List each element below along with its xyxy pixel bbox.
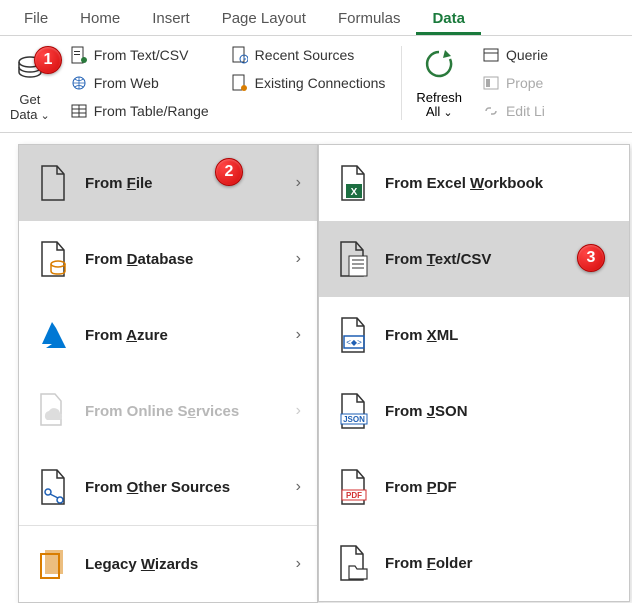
svg-text:JSON: JSON xyxy=(343,415,365,424)
ribbon-data-body: Get Data From Text/CSV From Web From Tab… xyxy=(0,36,632,133)
properties-label: Prope xyxy=(506,75,543,91)
chevron-right-icon xyxy=(296,174,301,192)
from-web-button[interactable]: From Web xyxy=(66,72,213,94)
menu-from-azure[interactable]: From Azure xyxy=(19,297,317,373)
refresh-all-label: Refresh All xyxy=(416,91,462,120)
chevron-right-icon xyxy=(296,478,301,496)
refresh-all-button[interactable]: Refresh All xyxy=(410,42,468,124)
chevron-right-icon xyxy=(296,326,301,344)
chevron-right-icon xyxy=(296,402,301,420)
queries-icon xyxy=(482,46,500,64)
web-icon xyxy=(70,74,88,92)
properties-icon xyxy=(482,74,500,92)
chevron-right-icon xyxy=(296,555,301,573)
from-text-csv-label: From Text/CSV xyxy=(94,47,189,63)
recent-icon xyxy=(231,46,249,64)
menu-from-online-label: From Online Services xyxy=(85,403,239,420)
callout-badge-3: 3 xyxy=(577,244,605,272)
menu-legacy-wizards[interactable]: Legacy Wizards xyxy=(19,525,317,602)
submenu-json-label: From JSON xyxy=(385,403,468,420)
existing-connections-button[interactable]: Existing Connections xyxy=(227,72,390,94)
tab-data[interactable]: Data xyxy=(416,4,481,35)
from-text-csv-button[interactable]: From Text/CSV xyxy=(66,44,213,66)
json-file-icon: JSON xyxy=(335,391,371,431)
menu-from-other-label: From Other Sources xyxy=(85,479,230,496)
submenu-folder[interactable]: From Folder xyxy=(319,525,629,601)
menu-from-online-services[interactable]: From Online Services xyxy=(19,373,317,449)
pdf-file-icon: PDF xyxy=(335,467,371,507)
tab-insert[interactable]: Insert xyxy=(136,4,206,35)
text-csv-file-icon xyxy=(335,239,371,279)
submenu-textcsv-label: From Text/CSV xyxy=(385,251,491,268)
tab-file[interactable]: File xyxy=(8,4,64,35)
col-sources: Recent Sources Existing Connections xyxy=(223,42,394,124)
database-icon xyxy=(35,239,71,279)
tab-formulas[interactable]: Formulas xyxy=(322,4,417,35)
tab-home[interactable]: Home xyxy=(64,4,136,35)
table-icon xyxy=(70,102,88,120)
properties-button[interactable]: Prope xyxy=(478,72,552,94)
submenu-workbook-label: From Excel Workbook xyxy=(385,175,543,192)
submenu-excel-workbook[interactable]: X From Excel Workbook xyxy=(319,145,629,221)
refresh-icon xyxy=(421,46,457,87)
existing-connections-label: Existing Connections xyxy=(255,75,386,91)
menu-from-file-label: From File xyxy=(85,175,153,192)
azure-icon xyxy=(35,315,71,355)
callout-badge-2: 2 xyxy=(215,158,243,186)
text-csv-icon xyxy=(70,46,88,64)
file-icon xyxy=(35,163,71,203)
cloud-icon xyxy=(35,391,71,431)
recent-sources-label: Recent Sources xyxy=(255,47,355,63)
from-file-submenu: X From Excel Workbook From Text/CSV <◆> … xyxy=(318,144,630,602)
from-table-range-button[interactable]: From Table/Range xyxy=(66,100,213,122)
from-web-label: From Web xyxy=(94,75,159,91)
svg-text:<◆>: <◆> xyxy=(346,338,362,347)
col-queries: Querie Prope Edit Li xyxy=(474,42,556,124)
connections-icon xyxy=(231,74,249,92)
svg-text:PDF: PDF xyxy=(346,491,362,500)
submenu-json[interactable]: JSON From JSON xyxy=(319,373,629,449)
edit-links-label: Edit Li xyxy=(506,103,545,119)
get-data-label: Get Data xyxy=(10,93,50,122)
recent-sources-button[interactable]: Recent Sources xyxy=(227,44,390,66)
chevron-right-icon xyxy=(296,250,301,268)
tab-page-layout[interactable]: Page Layout xyxy=(206,4,322,35)
submenu-pdf[interactable]: PDF From PDF xyxy=(319,449,629,525)
submenu-folder-label: From Folder xyxy=(385,555,473,572)
legacy-icon xyxy=(35,544,71,584)
edit-links-button[interactable]: Edit Li xyxy=(478,100,552,122)
callout-badge-1: 1 xyxy=(34,46,62,74)
menu-from-other-sources[interactable]: From Other Sources xyxy=(19,449,317,525)
submenu-xml-label: From XML xyxy=(385,327,458,344)
submenu-xml[interactable]: <◆> From XML xyxy=(319,297,629,373)
menu-from-database[interactable]: From Database xyxy=(19,221,317,297)
folder-icon xyxy=(335,543,371,583)
edit-links-icon xyxy=(482,102,500,120)
from-table-range-label: From Table/Range xyxy=(94,103,209,119)
xml-file-icon: <◆> xyxy=(335,315,371,355)
svg-text:X: X xyxy=(351,187,358,198)
excel-file-icon: X xyxy=(335,163,371,203)
menu-from-azure-label: From Azure xyxy=(85,327,168,344)
menu-from-database-label: From Database xyxy=(85,251,193,268)
menu-legacy-label: Legacy Wizards xyxy=(85,556,198,573)
submenu-pdf-label: From PDF xyxy=(385,479,457,496)
queries-button[interactable]: Querie xyxy=(478,44,552,66)
menu-from-file[interactable]: From File xyxy=(19,145,317,221)
col-get-transform: From Text/CSV From Web From Table/Range xyxy=(62,42,217,124)
queries-label: Querie xyxy=(506,47,548,63)
get-data-menu: From File From Database From Azure From … xyxy=(18,144,318,603)
other-sources-icon xyxy=(35,467,71,507)
ribbon-tabs: File Home Insert Page Layout Formulas Da… xyxy=(0,0,632,36)
